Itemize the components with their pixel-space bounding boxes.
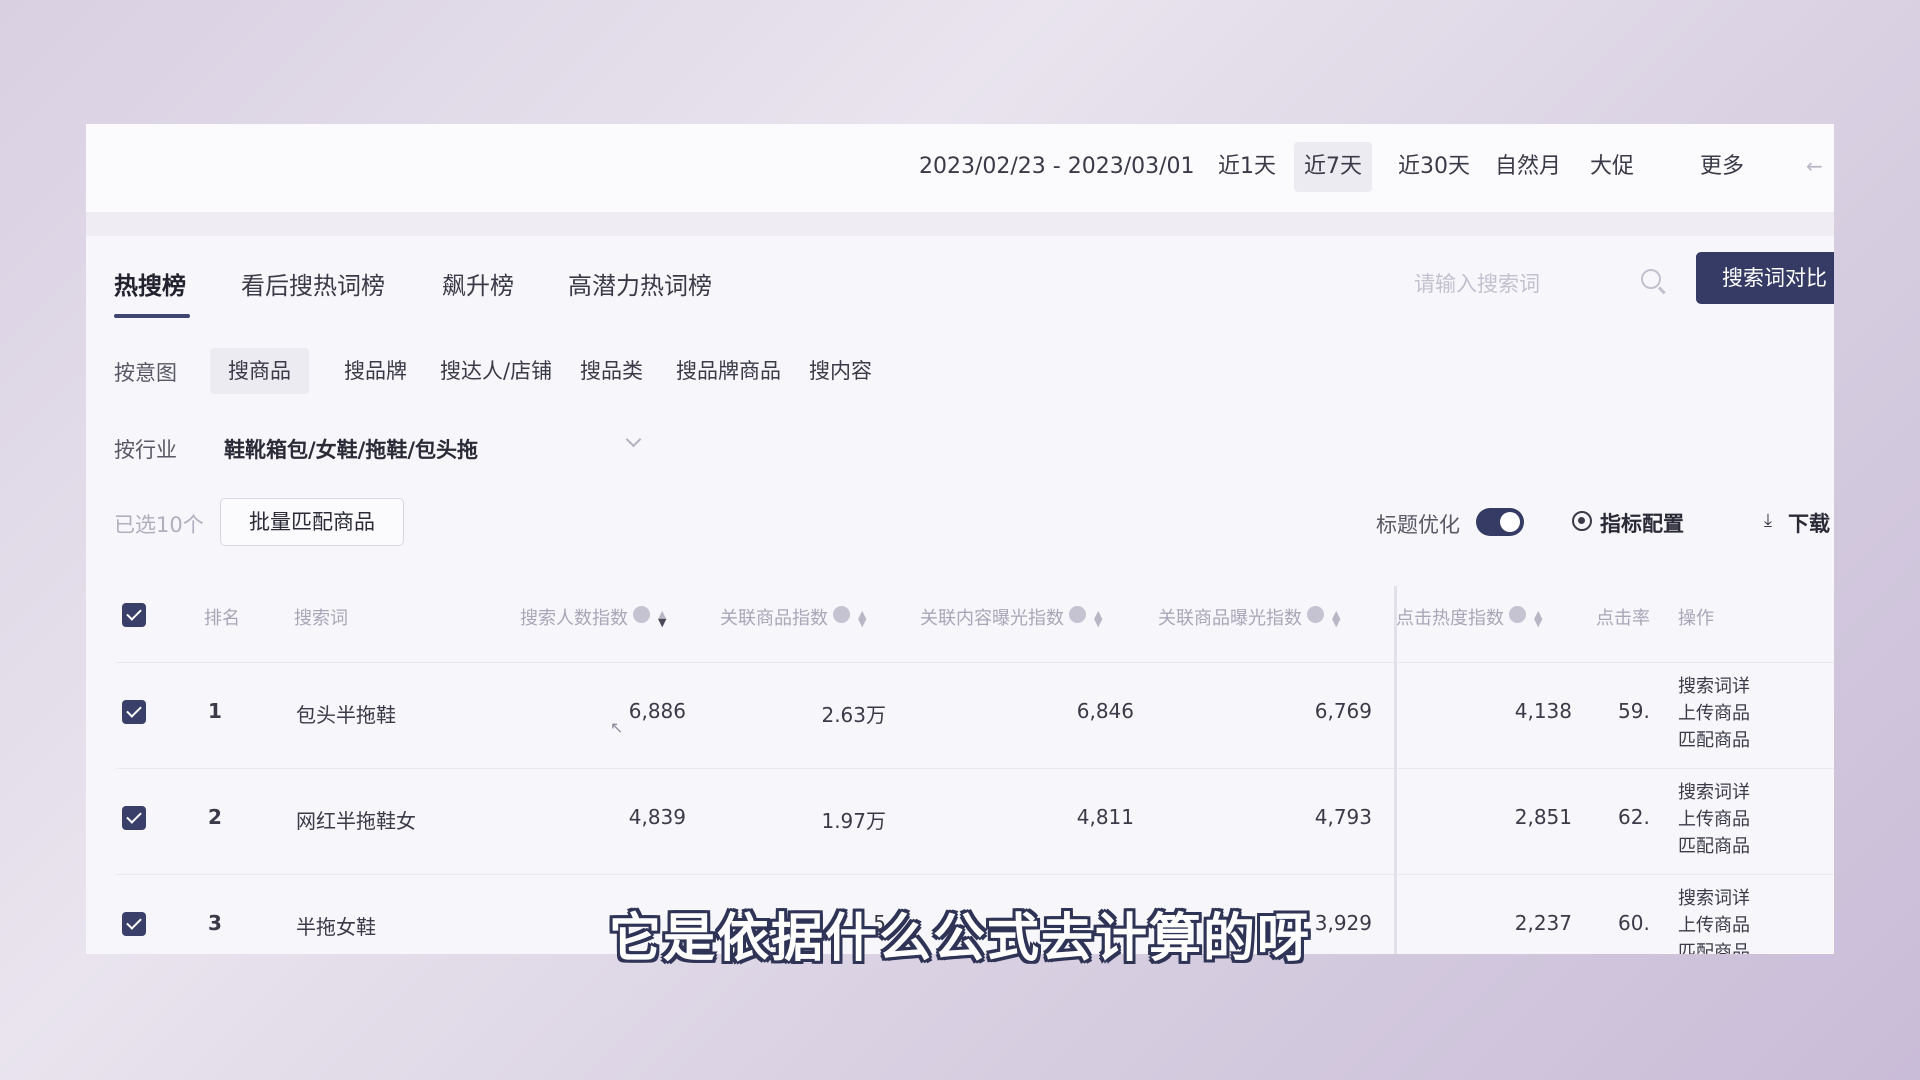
row-ops: 搜索词详 上传商品 匹配商品 (1678, 779, 1750, 860)
arrow-left-icon[interactable]: ← (1806, 154, 1823, 178)
rank: 2 (208, 805, 222, 829)
date-bar: 2023/02/23 - 2023/03/01 近1天 近7天 近30天 自然月… (86, 124, 1834, 212)
table-header: 排名 搜索词 搜索人数指数 ▲ ▼ 关联商品指数 ▲ ▼ 关联内容曝光指数 ▲ ▼ 关联商品… (114, 586, 1834, 644)
content-exposure-index: 4,811 (1076, 805, 1134, 829)
header-search-people[interactable]: 搜索人数指数 ▲ ▼ (520, 604, 666, 630)
sort-icon[interactable]: ▲ ▼ (858, 609, 866, 628)
keyword-detail-link[interactable]: 搜索词详 (1678, 779, 1750, 806)
download-icon[interactable]: ⤓ (1764, 510, 1772, 531)
help-icon[interactable] (1069, 606, 1086, 623)
table-row: 2 网红半拖鞋女 4,839 1.97万 4,811 4,793 2,851 6… (116, 768, 1834, 874)
related-goods-index: 2.63万 (821, 703, 886, 727)
upload-goods-link[interactable]: 上传商品 (1678, 806, 1750, 833)
header-click-heat[interactable]: 点击热度指数 ▲ ▼ (1396, 604, 1542, 630)
ctr: 59. (1618, 699, 1650, 723)
title-optimize-toggle[interactable] (1476, 508, 1524, 536)
active-tab-indicator (114, 314, 190, 318)
settings-icon[interactable] (1572, 511, 1592, 531)
header-search-people-label: 搜索人数指数 (520, 608, 628, 629)
video-subtitle: 它是依据什么公式去计算的呀 (608, 909, 1311, 969)
sort-icon[interactable]: ▲ ▼ (658, 609, 666, 628)
date-range[interactable]: 2023/02/23 - 2023/03/01 (919, 154, 1195, 179)
header-goods-exposure-label: 关联商品曝光指数 (1158, 608, 1302, 629)
tab-hot-search[interactable]: 热搜榜 (114, 266, 186, 301)
period-1d[interactable]: 近1天 (1208, 142, 1286, 192)
header-keyword: 搜索词 (294, 608, 348, 629)
download-button[interactable]: 下载 (1788, 508, 1830, 538)
period-7d[interactable]: 近7天 (1294, 142, 1372, 192)
sort-icon[interactable]: ▲ ▼ (1534, 609, 1542, 628)
upload-goods-link[interactable]: 上传商品 (1678, 700, 1750, 727)
rank: 1 (208, 699, 222, 723)
header-content-exposure[interactable]: 关联内容曝光指数 ▲ ▼ (920, 604, 1102, 630)
search-people-index: 6,886 (628, 699, 686, 723)
keyword-detail-link[interactable]: 搜索词详 (1678, 673, 1750, 700)
intent-category[interactable]: 搜品类 (562, 348, 661, 394)
help-icon[interactable] (1509, 606, 1526, 623)
header-related-goods[interactable]: 关联商品指数 ▲ ▼ (720, 604, 866, 630)
intent-brand[interactable]: 搜品牌 (326, 348, 425, 394)
app-screen: 2023/02/23 - 2023/03/01 近1天 近7天 近30天 自然月… (86, 124, 1834, 954)
period-more[interactable]: 更多 (1690, 142, 1754, 192)
period-promo[interactable]: 大促 (1580, 142, 1644, 192)
title-optimize-label: 标题优化 (1376, 513, 1460, 537)
match-goods-link[interactable]: 匹配商品 (1678, 727, 1750, 754)
header-related-goods-label: 关联商品指数 (720, 608, 828, 629)
intent-brand-goods[interactable]: 搜品牌商品 (658, 348, 799, 394)
compare-button[interactable]: 搜索词对比 (1696, 252, 1834, 304)
header-goods-exposure[interactable]: 关联商品曝光指数 ▲ ▼ (1158, 604, 1340, 630)
tab-high-potential[interactable]: 高潜力热词榜 (568, 266, 712, 301)
keyword[interactable]: 包头半拖鞋 (296, 699, 396, 728)
search-people-index: 4,839 (628, 805, 686, 829)
match-goods-link[interactable]: 匹配商品 (1678, 833, 1750, 860)
industry-select[interactable]: 鞋靴箱包/女鞋/拖鞋/包头拖 (224, 434, 478, 464)
help-icon[interactable] (633, 606, 650, 623)
sort-icon[interactable]: ▲ ▼ (1332, 609, 1340, 628)
period-natural-month[interactable]: 自然月 (1485, 142, 1571, 192)
selected-count: 已选10个 (114, 513, 204, 537)
mouse-cursor-icon: ↖ (610, 718, 624, 737)
intent-label: 按意图 (114, 361, 177, 385)
period-30d[interactable]: 近30天 (1388, 142, 1480, 192)
goods-exposure-index: 6,769 (1314, 699, 1372, 723)
metric-config-button[interactable]: 指标配置 (1600, 508, 1684, 538)
tab-rising[interactable]: 飙升榜 (442, 266, 514, 301)
search-box (1400, 254, 1720, 314)
section-divider (86, 212, 1834, 236)
search-input[interactable] (1400, 254, 1720, 314)
row-checkbox[interactable] (122, 700, 146, 724)
chevron-down-icon[interactable] (625, 431, 642, 448)
batch-match-button[interactable]: 批量匹配商品 (220, 498, 404, 546)
search-icon[interactable] (1641, 269, 1661, 289)
click-heat-index: 4,138 (1514, 699, 1572, 723)
industry-label: 按行业 (114, 438, 177, 462)
help-icon[interactable] (833, 606, 850, 623)
ctr: 62. (1618, 805, 1650, 829)
click-heat-index: 2,851 (1514, 805, 1572, 829)
tab-after-view-search[interactable]: 看后搜热词榜 (241, 266, 385, 301)
header-ops: 操作 (1678, 608, 1714, 629)
header-rank: 排名 (204, 608, 240, 629)
keyword[interactable]: 网红半拖鞋女 (296, 805, 416, 834)
intent-creator-store[interactable]: 搜达人/店铺 (422, 348, 570, 394)
select-all-checkbox[interactable] (122, 603, 146, 627)
row-ops: 搜索词详 上传商品 匹配商品 (1678, 673, 1750, 754)
intent-content[interactable]: 搜内容 (791, 348, 890, 394)
header-ctr: 点击率 (1596, 608, 1650, 629)
header-content-exposure-label: 关联内容曝光指数 (920, 608, 1064, 629)
row-checkbox[interactable] (122, 806, 146, 830)
content-exposure-index: 6,846 (1076, 699, 1134, 723)
table-row: 1 包头半拖鞋 6,886 2.63万 6,846 6,769 4,138 59… (116, 662, 1834, 768)
header-click-heat-label: 点击热度指数 (1396, 608, 1504, 629)
sort-icon[interactable]: ▲ ▼ (1094, 609, 1102, 628)
help-icon[interactable] (1307, 606, 1324, 623)
related-goods-index: 1.97万 (821, 809, 886, 833)
intent-goods[interactable]: 搜商品 (210, 348, 309, 394)
goods-exposure-index: 4,793 (1314, 805, 1372, 829)
